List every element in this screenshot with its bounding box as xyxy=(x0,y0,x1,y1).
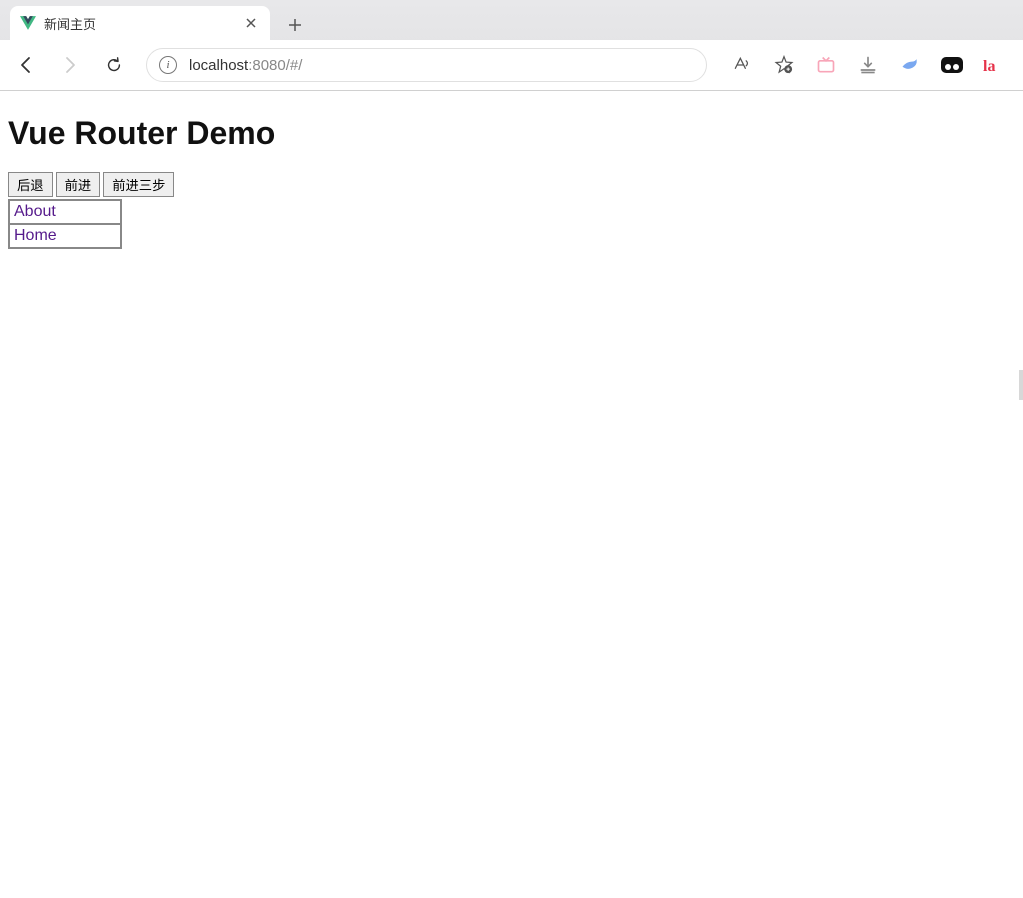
tab-bar: 新闻主页 xyxy=(0,0,1023,40)
button-row: 后退 前进 前进三步 xyxy=(8,172,1015,197)
forward-button[interactable]: 前进 xyxy=(56,172,101,197)
extension-tv-icon[interactable] xyxy=(811,50,841,80)
home-link[interactable]: Home xyxy=(14,227,57,244)
url-text: localhost:8080/#/ xyxy=(189,57,302,74)
download-icon[interactable] xyxy=(853,50,883,80)
browser-chrome: 新闻主页 i localhost:8080/#/ xyxy=(0,0,1023,91)
forward-three-button[interactable]: 前进三步 xyxy=(103,172,174,197)
url-rest: :8080/#/ xyxy=(248,57,302,74)
tab-title: 新闻主页 xyxy=(44,14,242,33)
table-row: Home xyxy=(9,224,121,248)
nav-link-table: About Home xyxy=(8,199,122,249)
browser-tab[interactable]: 新闻主页 xyxy=(10,6,270,40)
page-heading: Vue Router Demo xyxy=(8,115,1015,152)
page-content: Vue Router Demo 后退 前进 前进三步 About Home xyxy=(0,91,1023,257)
browser-toolbar: i localhost:8080/#/ xyxy=(0,40,1023,90)
scrollbar-icon[interactable] xyxy=(1019,370,1023,400)
close-tab-icon[interactable] xyxy=(242,15,260,31)
table-row: About xyxy=(9,200,121,224)
favorites-icon[interactable] xyxy=(769,50,799,80)
extension-eyes-icon[interactable] xyxy=(937,50,967,80)
address-bar[interactable]: i localhost:8080/#/ xyxy=(146,48,707,82)
forward-nav-button xyxy=(50,45,90,85)
read-aloud-icon[interactable] xyxy=(727,50,757,80)
extension-bird-icon[interactable] xyxy=(895,50,925,80)
toolbar-extensions: la xyxy=(719,50,1017,80)
svg-text:la: la xyxy=(983,58,995,74)
url-host: localhost xyxy=(189,57,248,74)
new-tab-button[interactable] xyxy=(280,10,310,40)
back-button[interactable]: 后退 xyxy=(8,172,53,197)
vue-favicon-icon xyxy=(20,15,36,31)
about-link[interactable]: About xyxy=(14,203,56,220)
site-info-icon[interactable]: i xyxy=(159,56,177,74)
back-nav-button[interactable] xyxy=(6,45,46,85)
refresh-button[interactable] xyxy=(94,45,134,85)
extension-la-icon[interactable]: la xyxy=(979,50,1009,80)
